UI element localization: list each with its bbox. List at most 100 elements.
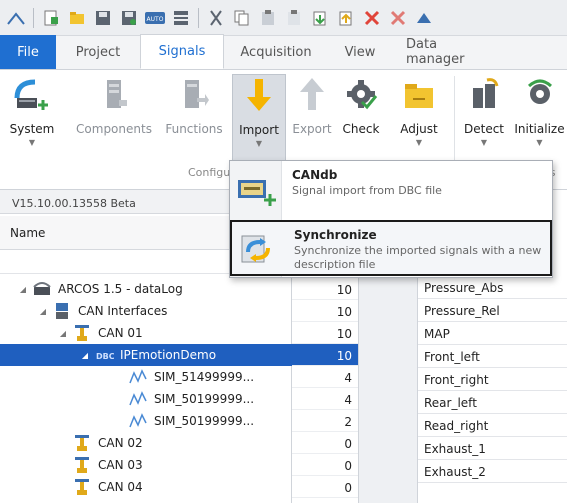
new-icon[interactable] — [39, 6, 63, 30]
tab-signals[interactable]: Signals — [140, 34, 224, 69]
tree-row-can-interfaces[interactable]: ◢ CAN Interfaces — [0, 300, 292, 322]
initialize-button[interactable]: Initialize ▼ — [512, 74, 567, 160]
chevron-down-icon: ▼ — [480, 138, 488, 147]
count-cell: 0 — [292, 454, 358, 476]
signal-row[interactable]: MAP — [418, 322, 567, 345]
signal-row[interactable]: Rear_left — [418, 391, 567, 414]
export-icon[interactable] — [334, 6, 358, 30]
toolbar-separator — [198, 7, 199, 28]
count-cell: 0 — [292, 432, 358, 454]
tree-row-sim-1[interactable]: SIM_51499999... — [0, 366, 292, 388]
count-cell: 10 — [292, 278, 358, 300]
save-icon[interactable] — [91, 6, 115, 30]
device-icon — [32, 280, 52, 298]
can-bus-icon — [72, 324, 92, 342]
tree-row-can-03[interactable]: CAN 03 — [0, 454, 292, 476]
save-as-icon[interactable] — [117, 6, 141, 30]
synchronize-icon — [238, 232, 278, 268]
system-button[interactable]: System ▼ — [4, 74, 60, 160]
can-interfaces-icon — [52, 302, 72, 320]
quick-access-toolbar: AUTO — [0, 0, 567, 36]
chevron-down-icon: ▼ — [28, 138, 36, 147]
functions-button[interactable]: Functions — [162, 74, 226, 160]
initialize-icon — [520, 74, 560, 116]
export-label: Export — [292, 122, 332, 136]
import-arrow-icon — [239, 75, 279, 117]
tab-project[interactable]: Project — [56, 35, 140, 69]
tree-row-ipemotiondemo[interactable]: ◢ DBC IPEmotionDemo — [0, 344, 292, 366]
grid-icon[interactable] — [169, 6, 193, 30]
tree-label: CAN 01 — [98, 326, 143, 340]
import-button[interactable]: Import ▼ — [232, 74, 286, 162]
signal-row[interactable]: Front_left — [418, 345, 567, 368]
ribbon-tabs: File Project Signals Acquisition View Da… — [0, 34, 567, 70]
signal-row[interactable]: Front_right — [418, 368, 567, 391]
import-dropdown-menu: CANdb Signal import from DBC file Synchr… — [229, 160, 553, 278]
open-icon[interactable] — [65, 6, 89, 30]
expand-triangle-icon[interactable]: ◢ — [80, 351, 90, 360]
tab-acquisition[interactable]: Acquisition — [224, 35, 328, 69]
can-bus-icon — [72, 434, 92, 452]
chevron-down-icon: ▼ — [536, 138, 543, 147]
signal-row[interactable]: Exhaust_2 — [418, 460, 567, 483]
tree-row-sim-3[interactable]: SIM_50199999... — [0, 410, 292, 432]
auto-label: AUTO — [147, 16, 164, 23]
tree-label: CAN 02 — [98, 436, 143, 450]
signal-wave-icon — [128, 368, 148, 386]
delete-all-icon[interactable] — [386, 6, 410, 30]
menu-item-title: CANdb — [292, 168, 338, 182]
functions-label: Functions — [165, 122, 223, 136]
toolbar-separator — [33, 7, 34, 28]
tree-label: ARCOS 1.5 - dataLog — [58, 282, 183, 296]
cut-icon[interactable] — [204, 6, 228, 30]
initialize-label: Initialize — [514, 122, 565, 136]
app-icon[interactable] — [4, 6, 28, 30]
signal-row[interactable]: Exhaust_1 — [418, 437, 567, 460]
tab-view[interactable]: View — [328, 35, 392, 69]
tree-row-sim-2[interactable]: SIM_50199999... — [0, 388, 292, 410]
auto-icon[interactable]: AUTO — [143, 6, 167, 30]
tab-file[interactable]: File — [0, 35, 56, 69]
chevron-down-icon: ▼ — [255, 139, 263, 148]
copy-icon[interactable] — [230, 6, 254, 30]
import-icon[interactable] — [308, 6, 332, 30]
paste-special-icon[interactable] — [282, 6, 306, 30]
delete-icon[interactable] — [360, 6, 384, 30]
tree-row-can-04[interactable]: CAN 04 — [0, 476, 292, 498]
tree-row-can-02[interactable]: CAN 02 — [0, 432, 292, 454]
tree-row-can-01[interactable]: ◢ CAN 01 — [0, 322, 292, 344]
signal-row[interactable]: Pressure_Rel — [418, 299, 567, 322]
tree-label: CAN 04 — [98, 480, 143, 494]
export-button[interactable]: Export — [292, 74, 332, 160]
check-gear-icon — [341, 74, 381, 116]
count-cell: 4 — [292, 388, 358, 410]
count-cell: 0 — [292, 476, 358, 498]
expand-triangle-icon[interactable]: ◢ — [38, 307, 48, 316]
svg-text:DBC: DBC — [96, 352, 114, 361]
can-bus-icon — [72, 456, 92, 474]
system-label: System — [9, 122, 55, 136]
count-cell: 2 — [292, 410, 358, 432]
expand-triangle-icon[interactable]: ◢ — [58, 329, 68, 338]
adjust-button[interactable]: Adjust ▼ — [392, 74, 446, 160]
signal-row[interactable]: Pressure_Abs — [418, 276, 567, 299]
menu-item-candb[interactable]: CANdb Signal import from DBC file — [230, 162, 552, 218]
expand-triangle-icon[interactable]: ◢ — [18, 285, 28, 294]
paste-icon[interactable] — [256, 6, 280, 30]
folder-icon — [399, 74, 439, 116]
tree-row-arcos[interactable]: ◢ ARCOS 1.5 - dataLog — [0, 278, 292, 300]
blue-icon[interactable] — [412, 6, 436, 30]
check-button[interactable]: Check — [340, 74, 382, 160]
menu-item-synchronize[interactable]: Synchronize Synchronize the imported sig… — [230, 220, 552, 276]
count-cell: 10 — [292, 300, 358, 322]
group-label-configuration: Configu — [188, 166, 231, 179]
tab-data-manager[interactable]: Data manager — [392, 35, 502, 69]
tree-label: CAN Interfaces — [78, 304, 168, 318]
tree-label: IPEmotionDemo — [120, 348, 217, 362]
tree-label: SIM_50199999... — [154, 392, 255, 406]
components-button[interactable]: Components — [74, 74, 154, 160]
count-cell: 10 — [292, 322, 358, 344]
detect-button[interactable]: Detect ▼ — [458, 74, 510, 160]
signal-row[interactable]: Read_right — [418, 414, 567, 437]
check-label: Check — [342, 122, 380, 136]
